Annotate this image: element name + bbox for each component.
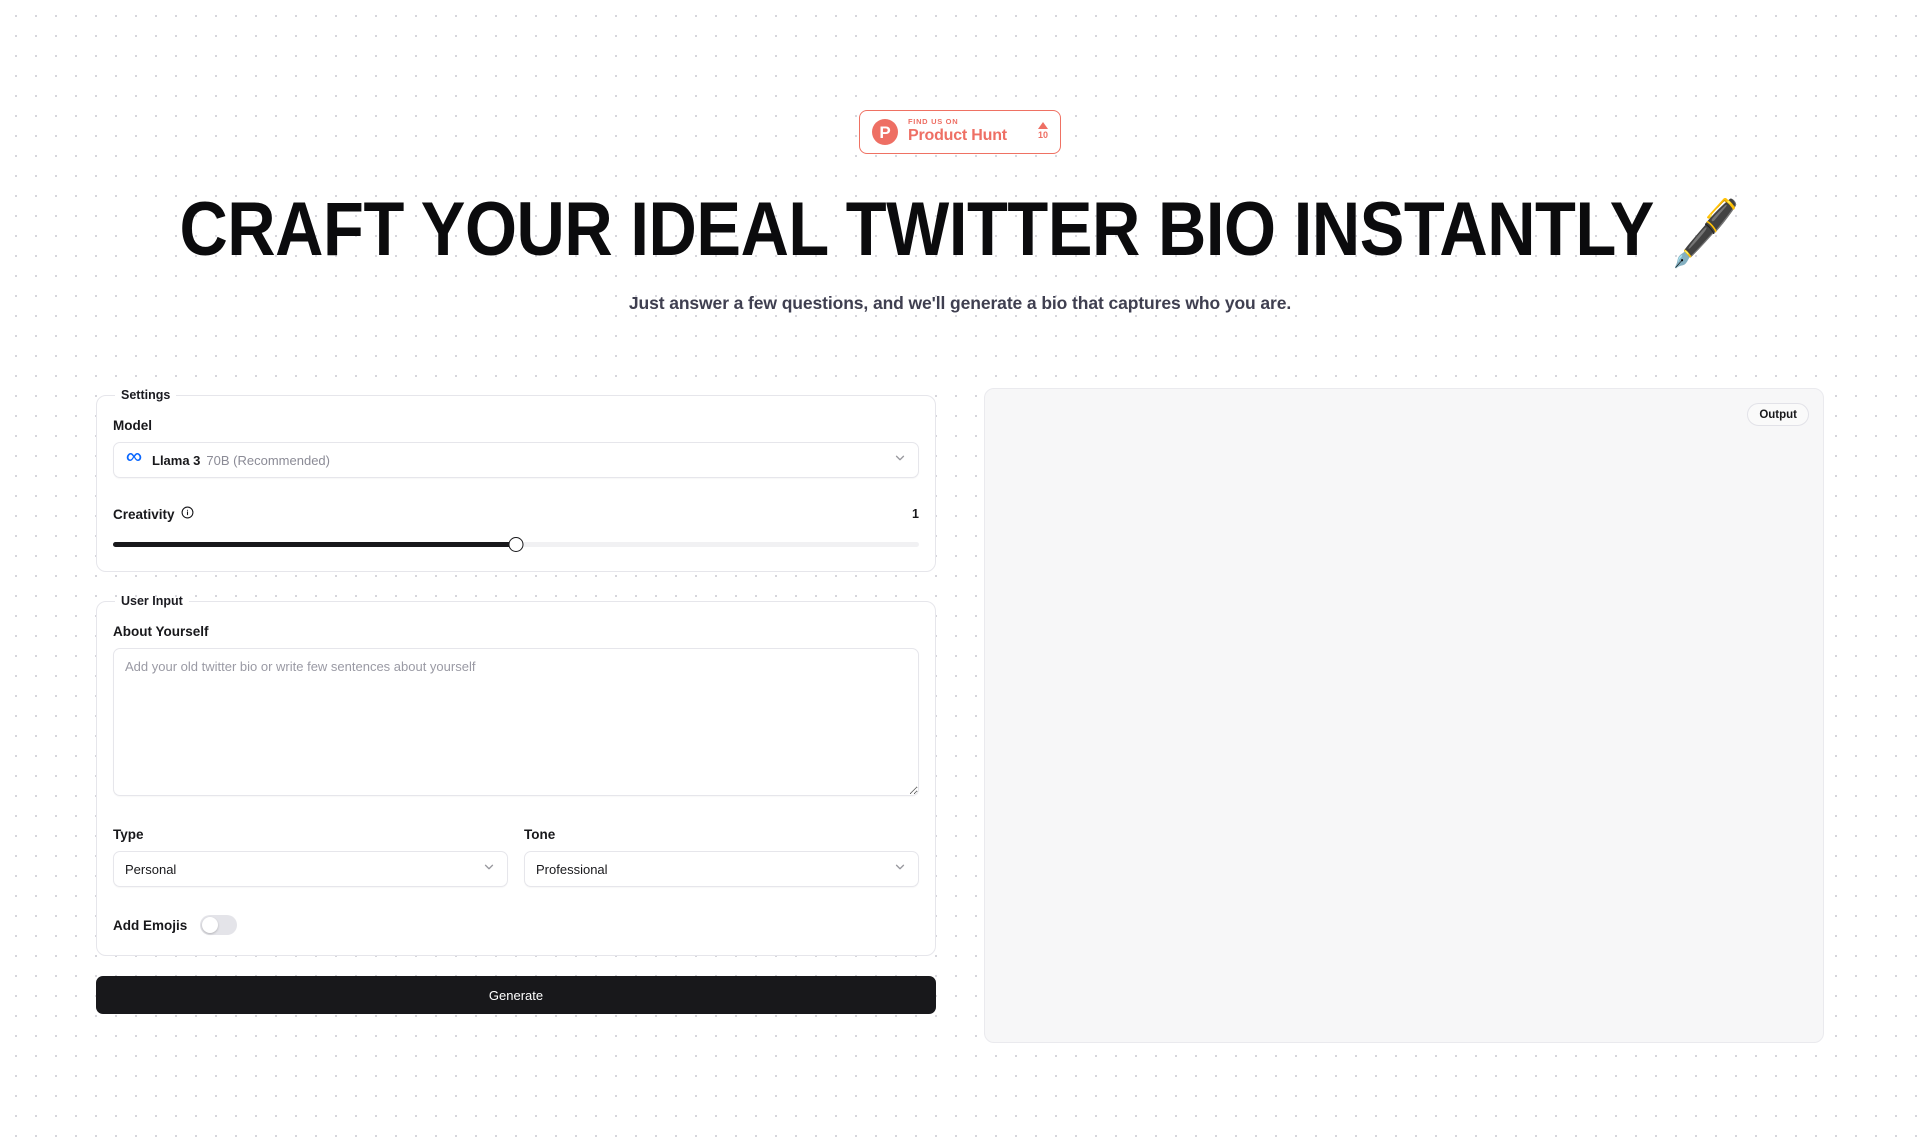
product-hunt-badge-wrap: P FIND US ON Product Hunt 10 [0,0,1920,154]
form-column: Settings Model Llama 3 70B (Recommended) [96,388,936,1014]
product-hunt-logo-icon: P [872,119,898,145]
generate-button[interactable]: Generate [96,976,936,1014]
slider-thumb[interactable] [508,537,524,552]
model-label: Model [113,418,152,433]
upvote-caret-icon [1037,122,1048,130]
product-hunt-kicker: FIND US ON [908,117,959,127]
type-field: Type Personal [113,827,508,887]
output-panel: Output [984,388,1824,1043]
settings-legend: Settings [121,388,171,402]
model-name: Llama 3 [152,452,201,468]
meta-infinity-icon [125,449,143,472]
product-hunt-badge[interactable]: P FIND US ON Product Hunt 10 [859,110,1061,154]
model-variant: 70B (Recommended) [206,452,330,468]
creativity-label-group: Creativity [113,506,194,522]
type-select[interactable]: Personal [113,851,508,887]
type-tone-row: Type Personal Tone Professional [113,827,919,887]
tone-field: Tone Professional [524,827,919,887]
output-badge: Output [1747,403,1809,426]
output-column: Output [984,388,1824,1043]
about-yourself-label: About Yourself [113,624,209,639]
tone-select[interactable]: Professional [524,851,919,887]
product-hunt-text: FIND US ON Product Hunt [908,118,1028,145]
page-subtitle: Just answer a few questions, and we'll g… [628,293,1292,314]
fountain-pen-icon: 🖋️ [1670,197,1741,269]
add-emojis-toggle[interactable] [200,915,238,935]
settings-panel: Settings Model Llama 3 70B (Recommended) [96,388,936,572]
about-yourself-textarea[interactable] [113,648,919,796]
type-label: Type [113,827,144,842]
page-title: CRAFT YOUR IDEAL TWITTER BIO INSTANTLY 🖋… [115,190,1805,269]
tone-select-value: Professional [536,861,608,877]
main-content: Settings Model Llama 3 70B (Recommended) [96,388,1824,1043]
user-input-panel: User Input About Yourself Type Personal [96,594,936,956]
add-emojis-label: Add Emojis [113,917,188,933]
slider-fill [113,542,516,547]
add-emojis-row: Add Emojis [113,915,919,935]
product-hunt-upvote: 10 [1037,122,1048,142]
product-hunt-title: Product Hunt [908,127,1007,145]
chevron-down-icon [893,451,907,470]
creativity-row: Creativity 1 [113,506,919,522]
toggle-knob [202,917,219,933]
model-select-value: Llama 3 70B (Recommended) [152,453,884,468]
info-circle-icon[interactable] [181,506,194,522]
upvote-count: 10 [1037,130,1048,141]
chevron-down-icon [482,860,496,879]
user-input-legend: User Input [121,594,183,608]
creativity-label: Creativity [113,506,175,522]
type-select-value: Personal [125,861,177,877]
creativity-slider[interactable] [113,537,919,552]
chevron-down-icon [893,860,907,879]
model-select[interactable]: Llama 3 70B (Recommended) [113,442,919,478]
creativity-value: 1 [912,507,919,521]
tone-label: Tone [524,827,556,842]
page-root: P FIND US ON Product Hunt 10 CRAFT YOUR … [0,0,1920,1143]
page-title-text: CRAFT YOUR IDEAL TWITTER BIO INSTANTLY [179,187,1653,272]
